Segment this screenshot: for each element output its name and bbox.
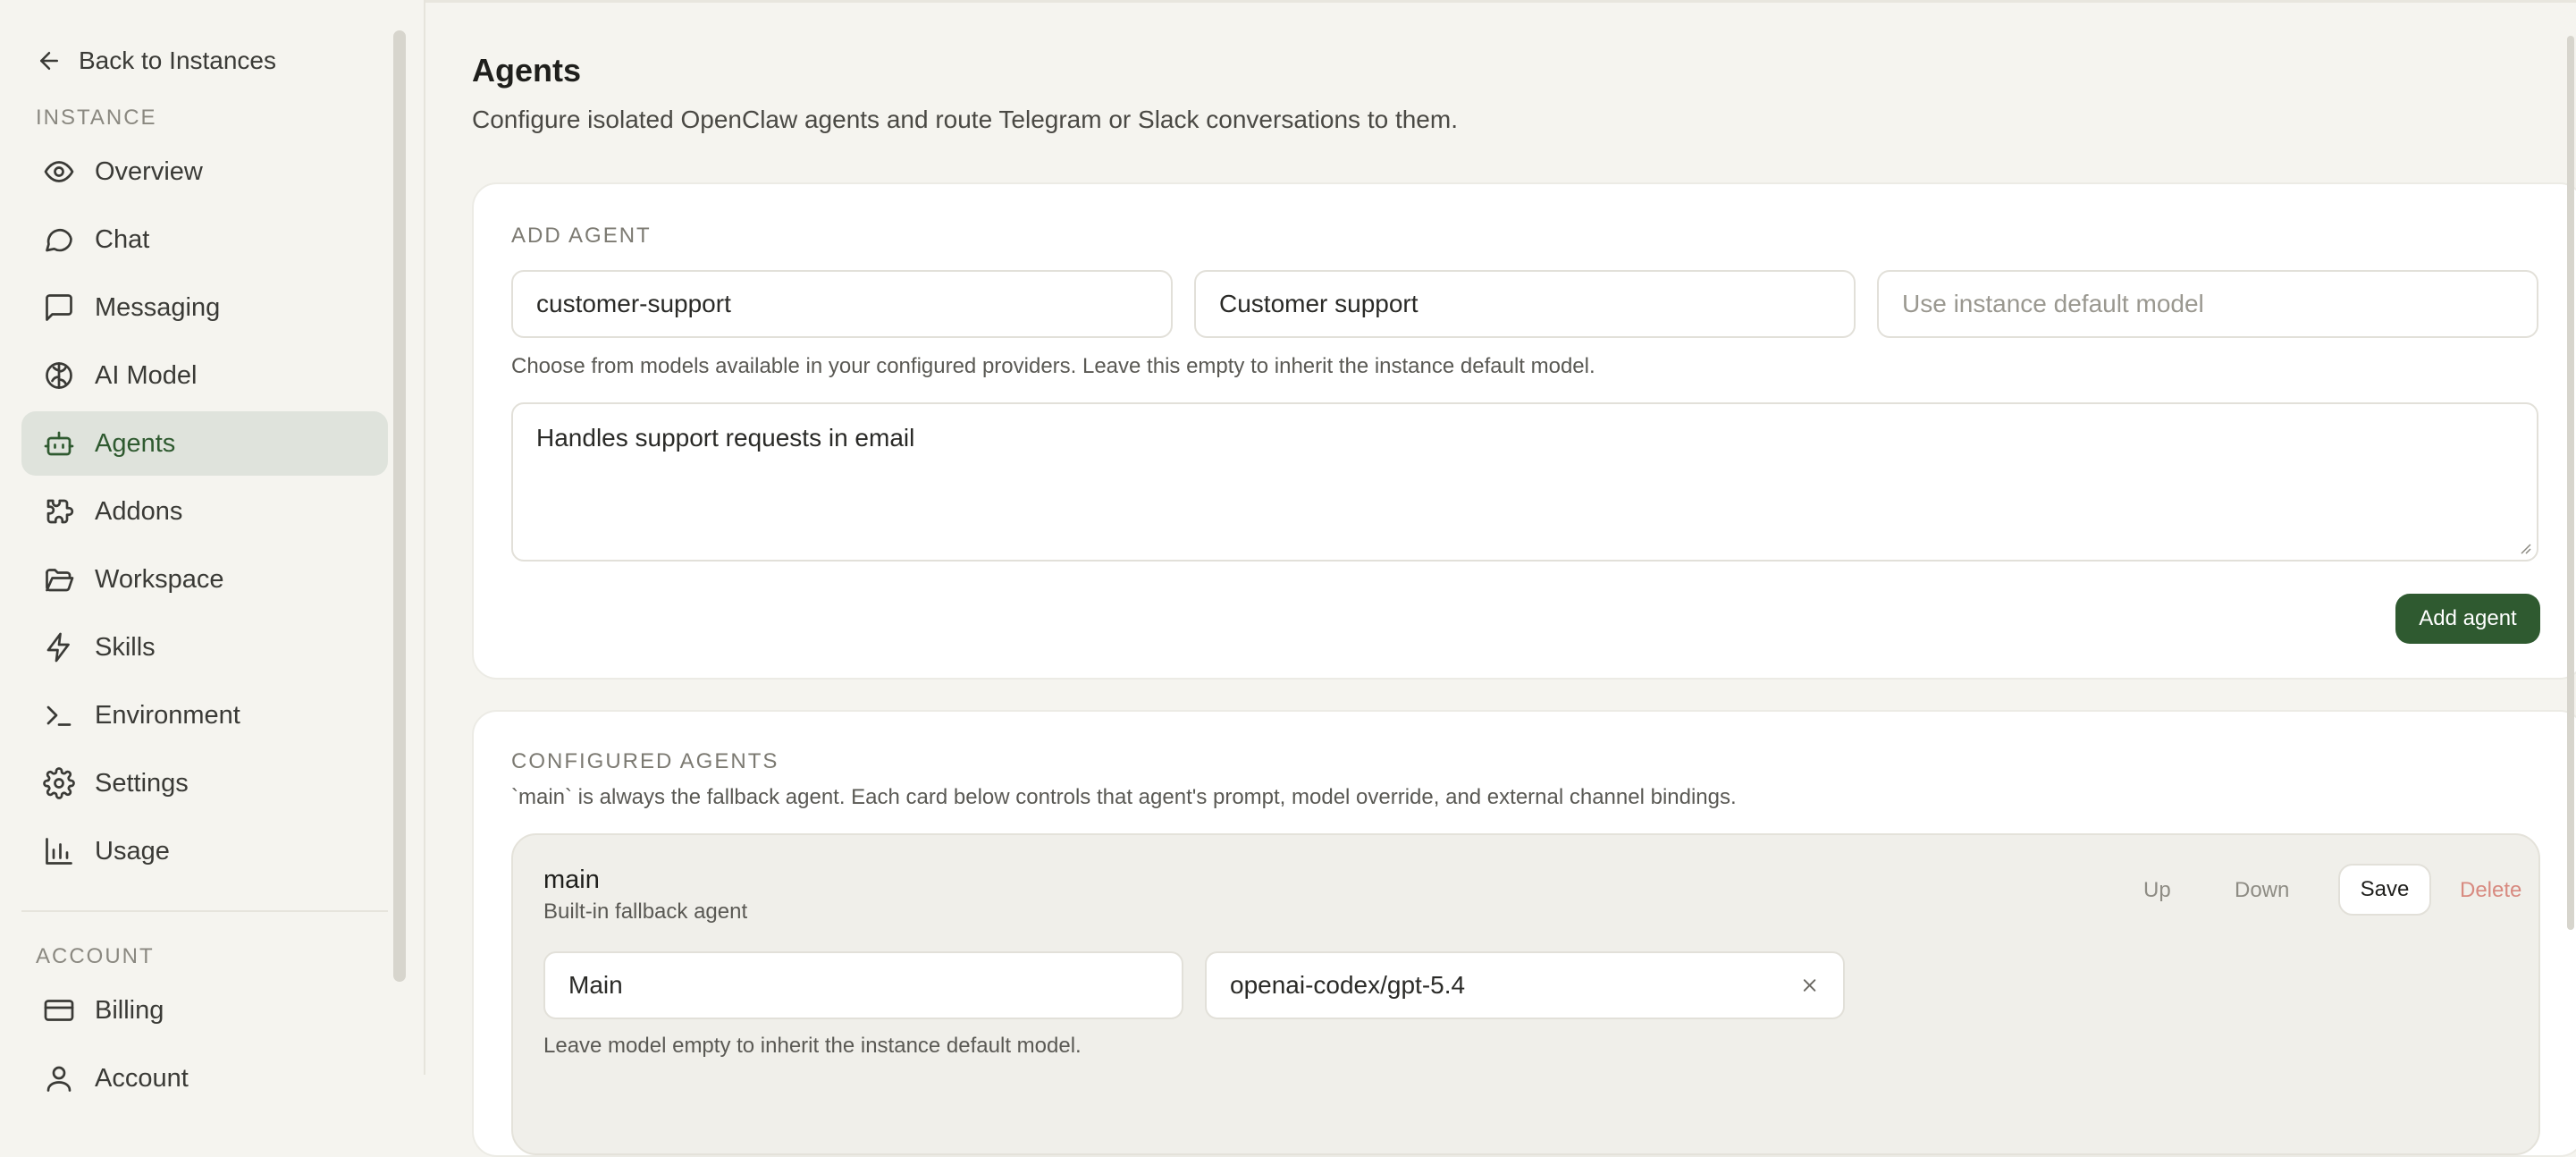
clear-icon[interactable] xyxy=(1799,975,1820,996)
sidebar-item-overview[interactable]: Overview xyxy=(21,139,388,204)
message-square-icon xyxy=(41,290,77,325)
sidebar-item-label: Addons xyxy=(95,496,183,526)
brain-icon xyxy=(41,358,77,393)
sidebar-item-label: AI Model xyxy=(95,360,198,390)
folder-open-icon xyxy=(41,562,77,597)
sidebar-item-label: Account xyxy=(95,1063,189,1093)
resize-handle-icon[interactable] xyxy=(2517,540,2531,554)
sidebar-item-label: Usage xyxy=(95,836,170,866)
account-section-label: ACCOUNT xyxy=(36,944,155,968)
robot-icon xyxy=(41,426,77,461)
credit-card-icon xyxy=(41,992,77,1028)
add-agent-section-label: ADD AGENT xyxy=(511,224,652,248)
agent-name-input[interactable] xyxy=(1219,290,1831,318)
sidebar-item-label: Overview xyxy=(95,156,203,186)
sidebar-item-agents[interactable]: Agents xyxy=(21,411,388,476)
sidebar-item-skills[interactable]: Skills xyxy=(21,615,388,680)
sidebar-item-environment[interactable]: Environment xyxy=(21,683,388,747)
page-title: Agents xyxy=(472,52,582,89)
lightning-icon xyxy=(41,629,77,665)
chat-bubble-icon xyxy=(41,222,77,258)
agent-id-field[interactable] xyxy=(511,270,1173,338)
sidebar-item-label: Billing xyxy=(95,995,164,1025)
page-description: Configure isolated OpenClaw agents and r… xyxy=(472,106,1458,133)
instance-section-label: INSTANCE xyxy=(36,106,157,130)
move-up-button[interactable]: Up xyxy=(2143,878,2171,903)
agent-model-input[interactable] xyxy=(1902,290,2513,318)
sidebar-item-account[interactable]: Account xyxy=(21,1046,388,1111)
sidebar-item-label: Messaging xyxy=(95,292,221,322)
sidebar: Back to Instances INSTANCE Overview Chat… xyxy=(0,0,425,1093)
agent-subtitle: Built-in fallback agent xyxy=(543,899,748,924)
sidebar-item-label: Settings xyxy=(95,768,189,798)
agent-model-helper-text: Leave model empty to inherit the instanc… xyxy=(543,1034,1082,1058)
sidebar-item-ai-model[interactable]: AI Model xyxy=(21,343,388,408)
add-agent-card: ADD AGENT Choose from models available i… xyxy=(472,182,2576,680)
configured-agents-card: CONFIGURED AGENTS `main` is always the f… xyxy=(472,710,2576,1157)
main-content: Agents Configure isolated OpenClaw agent… xyxy=(425,0,2576,1157)
agent-id-input[interactable] xyxy=(536,290,1148,318)
agent-id-label: main xyxy=(543,866,600,894)
main-scrollbar[interactable] xyxy=(2567,36,2574,930)
sidebar-item-label: Skills xyxy=(95,632,156,662)
agent-name-field[interactable] xyxy=(1194,270,1856,338)
bar-chart-icon xyxy=(41,833,77,869)
gear-icon xyxy=(41,765,77,801)
sidebar-item-usage[interactable]: Usage xyxy=(21,819,388,883)
arrow-left-icon xyxy=(40,52,58,70)
agent-model-field[interactable] xyxy=(1877,270,2538,338)
top-border xyxy=(425,0,2576,3)
sidebar-item-label: Chat xyxy=(95,224,150,254)
terminal-icon xyxy=(41,697,77,733)
agent-display-name-field[interactable] xyxy=(543,951,1183,1019)
agent-display-name-input[interactable] xyxy=(568,971,1158,1000)
eye-icon xyxy=(41,154,77,190)
sidebar-item-billing[interactable]: Billing xyxy=(21,978,388,1043)
agent-prompt-textarea[interactable]: Handles support requests in email xyxy=(536,424,914,452)
agent-card-main: main Built-in fallback agent Up Down Sav… xyxy=(511,833,2540,1155)
agent-model-override-input[interactable] xyxy=(1230,971,1799,1000)
sidebar-item-workspace[interactable]: Workspace xyxy=(21,547,388,612)
move-down-button[interactable]: Down xyxy=(2235,878,2289,903)
user-icon xyxy=(41,1060,77,1096)
sidebar-divider xyxy=(21,910,388,912)
sidebar-item-chat[interactable]: Chat xyxy=(21,207,388,272)
add-agent-button[interactable]: Add agent xyxy=(2395,594,2540,644)
model-helper-text: Choose from models available in your con… xyxy=(511,354,1595,378)
configured-agents-section-label: CONFIGURED AGENTS xyxy=(511,749,779,773)
agent-prompt-field[interactable]: Handles support requests in email xyxy=(511,402,2538,562)
sidebar-item-label: Workspace xyxy=(95,564,224,594)
back-link-label: Back to Instances xyxy=(79,46,277,74)
sidebar-item-messaging[interactable]: Messaging xyxy=(21,275,388,340)
back-to-instances-link[interactable]: Back to Instances xyxy=(36,41,276,80)
sidebar-item-settings[interactable]: Settings xyxy=(21,751,388,815)
puzzle-icon xyxy=(41,494,77,529)
save-agent-button[interactable]: Save xyxy=(2338,864,2431,916)
sidebar-scrollbar[interactable] xyxy=(393,30,406,982)
configured-agents-description: `main` is always the fallback agent. Eac… xyxy=(511,785,1737,809)
agent-model-override-field[interactable] xyxy=(1205,951,1845,1019)
sidebar-item-label: Agents xyxy=(95,428,176,458)
sidebar-item-label: Environment xyxy=(95,700,240,730)
sidebar-item-addons[interactable]: Addons xyxy=(21,479,388,544)
delete-agent-button[interactable]: Delete xyxy=(2460,878,2521,903)
